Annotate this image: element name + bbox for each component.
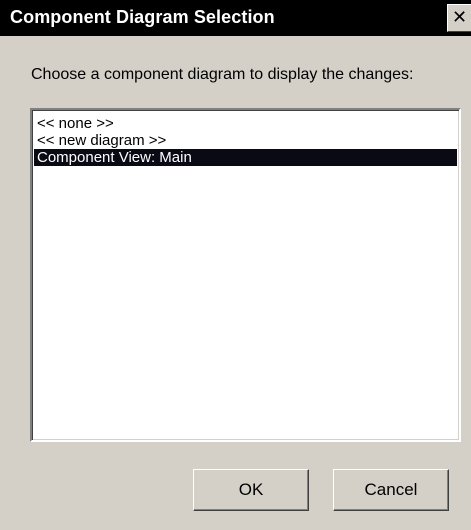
ok-button[interactable]: OK [193, 469, 309, 511]
close-icon: ✕ [451, 7, 468, 28]
cancel-button[interactable]: Cancel [333, 469, 449, 511]
dialog-window: Component Diagram Selection ✕ Choose a c… [0, 0, 471, 530]
title-bar[interactable]: Component Diagram Selection ✕ [0, 0, 471, 36]
instruction-label: Choose a component diagram to display th… [31, 66, 414, 83]
list-item-component-view-main[interactable]: Component View: Main [34, 149, 457, 166]
window-title: Component Diagram Selection [10, 7, 275, 27]
list-item-new-diagram[interactable]: << new diagram >> [34, 132, 457, 149]
list-item-none[interactable]: << none >> [34, 115, 457, 132]
diagram-listbox[interactable]: << none >> << new diagram >> Component V… [30, 108, 461, 442]
close-button[interactable]: ✕ [447, 4, 471, 32]
